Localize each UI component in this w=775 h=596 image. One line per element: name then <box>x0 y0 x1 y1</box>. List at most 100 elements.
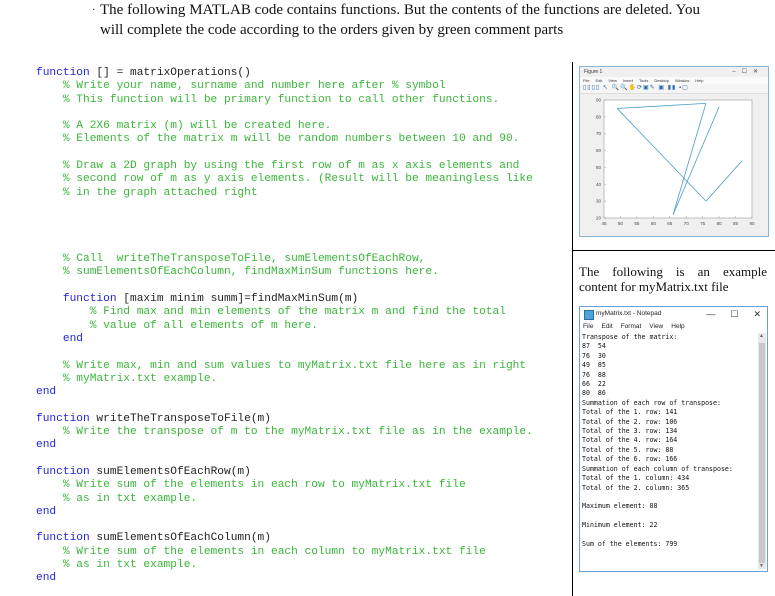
code-keyword-line: end <box>36 386 533 399</box>
notepad-menu-help[interactable]: Help <box>671 323 684 330</box>
notepad-window: myMatrix.txt - Notepad — ☐ ✕ File Edit Forma… <box>579 306 768 572</box>
matlab-code-block: function [] = matrixOperations() % Write… <box>36 67 533 586</box>
figure-menu-desktop[interactable]: Desktop <box>654 78 669 83</box>
y-tick-label: 90 <box>596 98 602 103</box>
instructions-paragraph: · The following MATLAB code contains fun… <box>92 0 700 40</box>
code-keyword-line: end <box>36 572 533 585</box>
function-keyword: function <box>36 532 90 545</box>
figure-menu-window[interactable]: Window <box>675 78 689 83</box>
notepad-menu-file[interactable]: File <box>583 323 593 330</box>
code-comment-line: % This function will be primary function… <box>36 93 500 106</box>
minimize-icon[interactable]: – <box>732 69 741 75</box>
notepad-title: myMatrix.txt - Notepad <box>596 310 662 317</box>
x-tick-label: 60 <box>651 221 657 226</box>
function-keyword: function <box>36 412 90 425</box>
notepad-icon <box>584 310 594 320</box>
figure-title: Figure 1 <box>584 69 603 75</box>
vertical-scrollbar[interactable]: ▲ ▼ <box>758 333 766 569</box>
code-keyword-line: function sumElementsOfEachColumn(m) <box>36 532 271 545</box>
end-keyword: end <box>36 572 57 585</box>
code-comment-line: % Find max and min elements of the matri… <box>36 306 506 319</box>
matlab-figure-window: Figure 1 –☐✕ File Edit View Insert Tools Desk… <box>579 66 769 237</box>
code-comment-line: % Write max, min and sum values to myMat… <box>36 359 527 372</box>
figure-menu-help[interactable]: Help <box>695 78 703 83</box>
close-icon[interactable]: ✕ <box>753 309 761 319</box>
figure-toolbar[interactable]: ▯▯▯▯ ↖ 🔍🔍✋⟳▣✎ ▣ ▮▮ ▪▢ <box>580 84 768 94</box>
end-keyword: end <box>36 439 57 452</box>
notepad-menu-view[interactable]: View <box>649 323 663 330</box>
notepad-menu-format[interactable]: Format <box>621 323 642 330</box>
code-comment-line: % Write sum of the elements in each row … <box>36 479 466 492</box>
function-keyword: function <box>36 67 90 79</box>
maximize-icon[interactable]: ☐ <box>742 69 753 75</box>
end-keyword: end <box>36 386 57 399</box>
minimize-icon[interactable]: — <box>706 309 715 319</box>
x-tick-label: 85 <box>733 221 739 226</box>
figure-menu-tools[interactable]: Tools <box>639 78 648 83</box>
code-comment-line: % Call writeTheTransposeToFile, sumEleme… <box>36 253 426 266</box>
code-comment-line: % Draw a 2D graph by using the first row… <box>36 160 520 173</box>
x-tick-label: 90 <box>749 221 755 226</box>
code-comment-line: % Elements of the matrix m will be rando… <box>36 133 520 146</box>
scroll-up-icon[interactable]: ▲ <box>759 333 764 339</box>
code-keyword-line: end <box>36 506 533 519</box>
figure-title-bar: Figure 1 –☐✕ <box>580 67 768 77</box>
maximize-icon[interactable]: ☐ <box>730 309 738 319</box>
code-comment-line: % as in txt example. <box>36 492 198 505</box>
y-tick-label: 50 <box>596 165 602 170</box>
code-keyword-line: function [maxim minim summ]=findMaxMinSu… <box>62 293 359 306</box>
notepad-menu-edit[interactable]: Edit <box>601 323 612 330</box>
code-keyword-line: end <box>36 439 533 452</box>
vertical-divider <box>572 62 573 596</box>
figure-menu-file[interactable]: File <box>583 78 589 83</box>
code-keyword-line: function sumElementsOfEachRow(m) <box>36 465 251 478</box>
x-tick-label: 45 <box>601 221 607 226</box>
notepad-window-controls: — ☐ ✕ <box>691 307 761 321</box>
x-tick-label: 80 <box>717 221 723 226</box>
line-plot: 45 50 55 60 65 70 75 80 85 90 20 30 40 50 60 70 80 90 <box>596 98 755 227</box>
horizontal-divider <box>572 250 775 251</box>
close-icon[interactable]: ✕ <box>753 69 764 75</box>
code-keyword-line: end <box>36 333 533 346</box>
y-tick-label: 20 <box>596 216 602 221</box>
scroll-down-icon[interactable]: ▼ <box>759 563 764 569</box>
y-tick-label: 40 <box>596 182 602 187</box>
notepad-title-bar: myMatrix.txt - Notepad — ☐ ✕ <box>580 307 767 321</box>
code-comment-line: % A 2X6 matrix (m) will be created here. <box>36 120 332 133</box>
bullet-marker: · <box>92 5 96 16</box>
code-comment-line: % sumElementsOfEachColumn, findMaxMinSum… <box>36 266 439 279</box>
figure-menu-insert[interactable]: Insert <box>623 78 633 83</box>
code-comment-line: % Write your name, surname and number he… <box>36 80 446 93</box>
y-tick-label: 80 <box>596 114 602 119</box>
y-tick-label: 60 <box>596 148 602 153</box>
notepad-menu-bar: File Edit Format View Help <box>580 321 767 332</box>
code-comment-line: % Write sum of the elements in each colu… <box>36 545 486 558</box>
y-tick-label: 70 <box>596 131 602 136</box>
figure-window-controls: –☐✕ <box>732 67 764 77</box>
code-keyword-line: function [] = matrixOperations() <box>36 67 251 79</box>
code-keyword-line: function writeTheTransposeToFile(m) <box>36 412 271 425</box>
code-comment-line: % value of all elements of m here. <box>36 319 318 332</box>
x-tick-label: 70 <box>684 221 690 226</box>
end-keyword: end <box>36 505 57 518</box>
scrollbar-thumb[interactable] <box>759 343 765 563</box>
code-comment-line: % as in txt example. <box>36 558 198 571</box>
example-caption: The following is an example content for … <box>579 264 767 294</box>
instructions-text: The following MATLAB code contains funct… <box>100 2 700 38</box>
figure-menu-edit[interactable]: Edit <box>595 78 602 83</box>
notepad-text-content[interactable]: Transpose of the matrix: 87 54 76 30 49 … <box>582 333 757 569</box>
figure-menu-view[interactable]: View <box>608 78 617 83</box>
x-tick-label: 65 <box>667 221 673 226</box>
code-comment-line: % in the graph attached right <box>36 186 258 199</box>
